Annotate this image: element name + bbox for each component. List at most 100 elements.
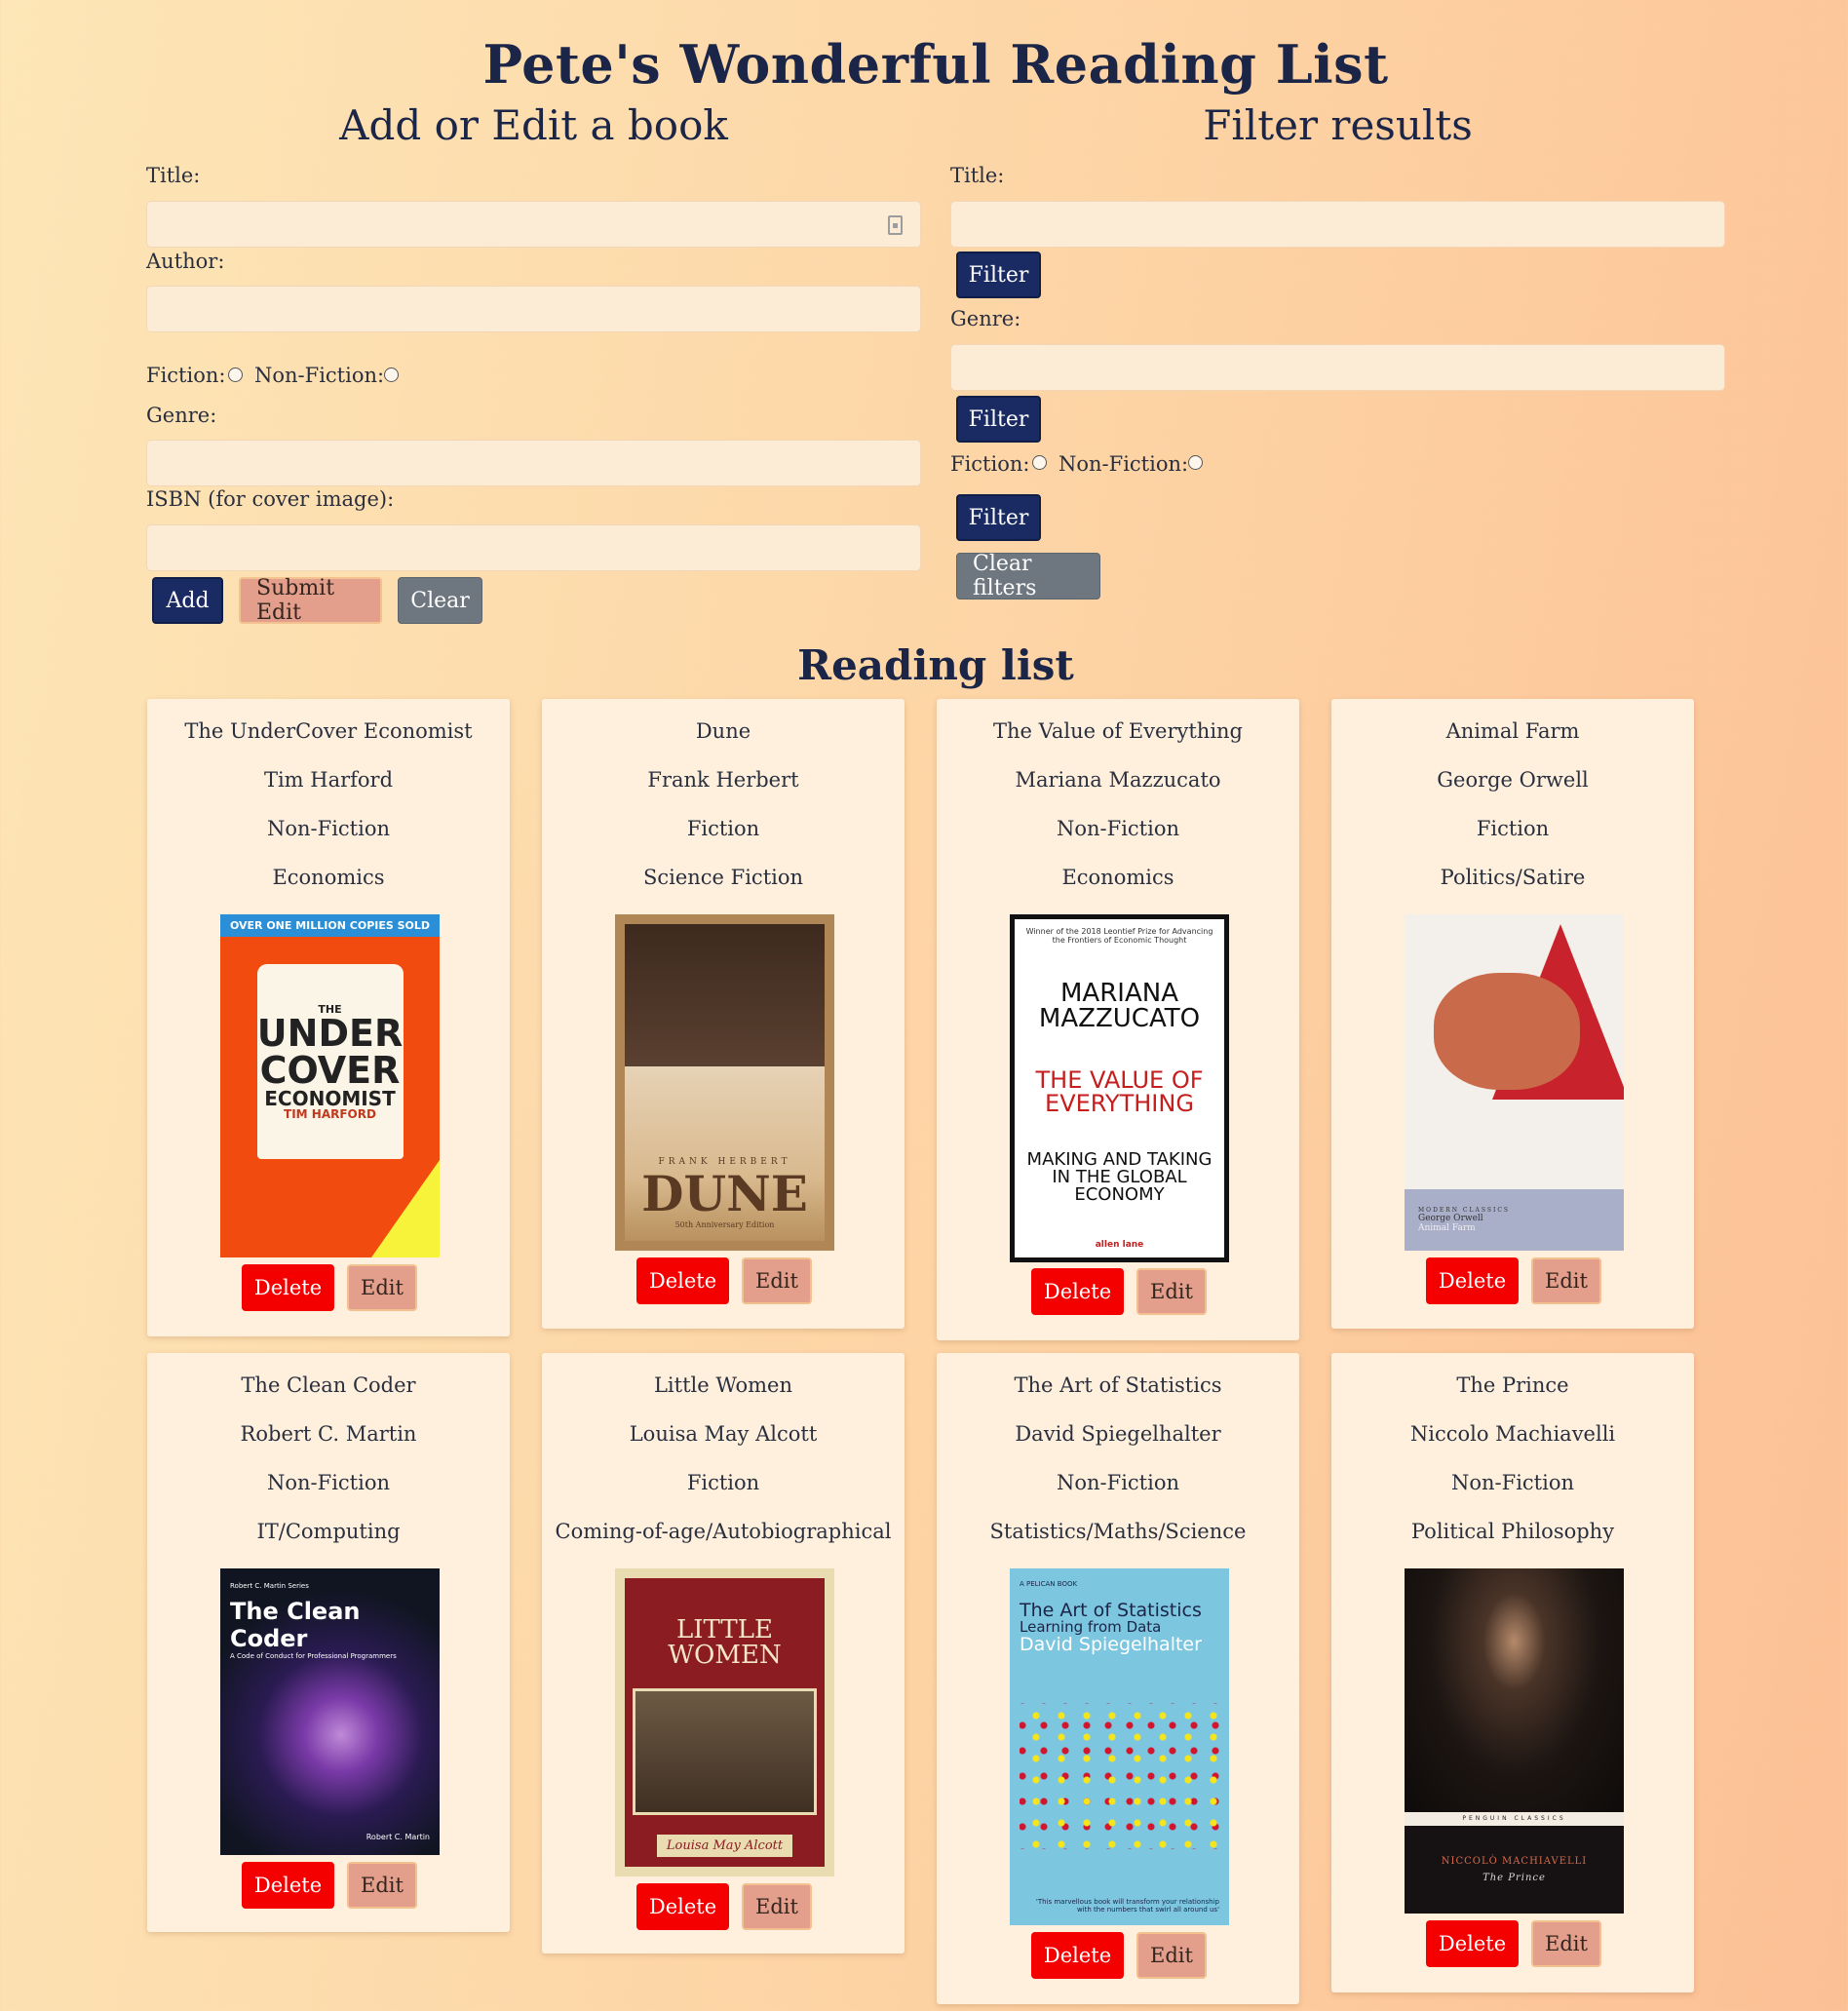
cover-banner: OVER ONE MILLION COPIES SOLD	[220, 914, 440, 937]
add-button[interactable]: Add	[152, 577, 223, 624]
book-cover-image: MODERN CLASSICS George Orwell Animal Far…	[1405, 914, 1624, 1251]
book-author: Niccolo Machiavelli	[1409, 1422, 1616, 1446]
genre-label: Genre:	[146, 404, 217, 427]
cover-text: The Clean Coder	[230, 1598, 361, 1652]
edit-button[interactable]: Edit	[1136, 1932, 1207, 1979]
isbn-input[interactable]	[146, 524, 921, 571]
edit-button[interactable]: Edit	[742, 1257, 812, 1304]
cover-text: Animal Farm	[1418, 1223, 1476, 1233]
book-card: Dune Frank Herbert Fiction Science Ficti…	[542, 699, 905, 1329]
filter-fiction-radio[interactable]	[1032, 455, 1047, 470]
delete-button[interactable]: Delete	[1426, 1257, 1519, 1304]
edit-button[interactable]: Edit	[742, 1883, 812, 1930]
book-author: Louisa May Alcott	[629, 1422, 818, 1446]
book-genre: Science Fiction	[642, 866, 804, 889]
fiction-radio[interactable]	[228, 367, 243, 382]
submit-edit-button[interactable]: Submit Edit	[239, 576, 382, 625]
reading-list-heading: Reading list	[797, 641, 1074, 689]
book-card: Animal Farm George Orwell Fiction Politi…	[1331, 699, 1694, 1329]
clear-button[interactable]: Clear	[398, 577, 482, 624]
book-title: Dune	[695, 719, 751, 743]
filter-title-input[interactable]	[950, 201, 1725, 248]
author-input[interactable]	[146, 286, 921, 332]
scatter-dots-artwork	[1020, 1703, 1219, 1850]
filter-type-button[interactable]: Filter	[956, 494, 1041, 541]
dune-artwork: FRANK HERBERT DUNE 50th Anniversary Edit…	[625, 924, 825, 1241]
title-label: Title:	[146, 164, 201, 187]
delete-button[interactable]: Delete	[1031, 1268, 1124, 1315]
book-genre: Political Philosophy	[1410, 1520, 1615, 1543]
cover-text: Robert C. Martin	[366, 1833, 430, 1841]
cover-text: TIM HARFORD	[284, 1106, 376, 1121]
edit-button[interactable]: Edit	[1531, 1257, 1601, 1304]
filter-genre-button[interactable]: Filter	[956, 396, 1041, 443]
genre-input[interactable]	[146, 440, 921, 486]
filter-nonfiction-label: Non-Fiction:	[1059, 452, 1189, 476]
cover-text: A PELICAN BOOK	[1020, 1580, 1078, 1588]
edit-button[interactable]: Edit	[1531, 1920, 1601, 1967]
little-women-artwork: LITTLE WOMEN Louisa May Alcott	[625, 1578, 825, 1867]
book-author: Frank Herbert	[647, 768, 799, 792]
book-title: The Clean Coder	[241, 1373, 416, 1397]
delete-button[interactable]: Delete	[636, 1257, 729, 1304]
filter-heading: Filter results	[1203, 101, 1473, 149]
cover-text: George Orwell	[1418, 1214, 1483, 1223]
book-card: The Clean Coder Robert C. Martin Non-Fic…	[147, 1353, 510, 1932]
book-title: The Art of Statistics	[1014, 1373, 1222, 1397]
book-genre: Coming-of-age/Autobiographical	[555, 1520, 892, 1543]
cover-text: MODERN CLASSICS	[1418, 1207, 1511, 1214]
cover-text: LITTLE WOMEN	[668, 1615, 782, 1670]
cover-text: COVER	[259, 1048, 401, 1092]
book-title: Animal Farm	[1445, 719, 1580, 743]
cover-text: Robert C. Martin Series	[230, 1582, 309, 1590]
delete-button[interactable]: Delete	[242, 1264, 334, 1311]
book-cover-image: PENGUIN CLASSICS NICCOLÒ MACHIAVELLI The…	[1405, 1568, 1624, 1914]
cover-footer: NICCOLÒ MACHIAVELLI The Prince	[1405, 1826, 1624, 1914]
book-type: Non-Fiction	[1056, 817, 1179, 840]
cover-text: 50th Anniversary Edition	[674, 1220, 775, 1229]
book-cover-image: Robert C. Martin Series The Clean Coder …	[220, 1568, 440, 1855]
book-genre: Economics	[1061, 866, 1174, 889]
pig-shape	[1434, 973, 1580, 1090]
filter-title-label: Title:	[950, 164, 1005, 187]
delete-button[interactable]: Delete	[636, 1883, 729, 1930]
cover-text: David Spiegelhalter	[1020, 1634, 1202, 1655]
edit-button[interactable]: Edit	[347, 1862, 417, 1909]
edit-button[interactable]: Edit	[347, 1264, 417, 1311]
book-cover-image: OVER ONE MILLION COPIES SOLD THE UNDER C…	[220, 914, 440, 1257]
title-input[interactable]	[146, 201, 921, 248]
book-genre: Politics/Satire	[1440, 866, 1586, 889]
clear-filters-button[interactable]: Clear filters	[956, 552, 1100, 600]
book-title: Little Women	[653, 1373, 793, 1397]
cover-painting	[633, 1687, 817, 1815]
book-type: Fiction	[686, 1471, 760, 1494]
cover-text: The Prince	[1482, 1873, 1546, 1883]
book-card: The UnderCover Economist Tim Harford Non…	[147, 699, 510, 1336]
cover-text: THE VALUE OF EVERYTHING	[1035, 1065, 1204, 1117]
cover-footer: MODERN CLASSICS George Orwell Animal Far…	[1405, 1189, 1624, 1251]
filter-nonfiction-radio[interactable]	[1188, 455, 1203, 470]
cover-text: Learning from Data	[1020, 1618, 1162, 1636]
cover-text: 'This marvellous book will transform you…	[1035, 1897, 1219, 1914]
book-title: The UnderCover Economist	[184, 719, 473, 743]
book-type: Non-Fiction	[266, 1471, 390, 1494]
book-author: George Orwell	[1437, 768, 1589, 792]
filter-genre-label: Genre:	[950, 307, 1021, 330]
book-type: Non-Fiction	[1450, 1471, 1574, 1494]
edit-button[interactable]: Edit	[1136, 1268, 1207, 1315]
filter-genre-input[interactable]	[950, 344, 1725, 391]
delete-button[interactable]: Delete	[242, 1862, 334, 1909]
fiction-label: Fiction:	[146, 364, 226, 387]
contact-card-icon	[888, 215, 903, 235]
cover-text: Winner of the 2018 Leontief Prize for Ad…	[1025, 927, 1213, 945]
cover-corner-flash	[371, 1160, 440, 1257]
delete-button[interactable]: Delete	[1031, 1932, 1124, 1979]
book-card: The Value of Everything Mariana Mazzucat…	[937, 699, 1299, 1340]
nonfiction-radio[interactable]	[384, 367, 399, 382]
delete-button[interactable]: Delete	[1426, 1920, 1519, 1967]
book-title: The Prince	[1456, 1373, 1569, 1397]
book-cover-image: A PELICAN BOOK The Art of Statistics Lea…	[1010, 1568, 1229, 1925]
filter-title-button[interactable]: Filter	[956, 251, 1041, 298]
isbn-label: ISBN (for cover image):	[146, 487, 395, 511]
book-genre: Economics	[272, 866, 385, 889]
